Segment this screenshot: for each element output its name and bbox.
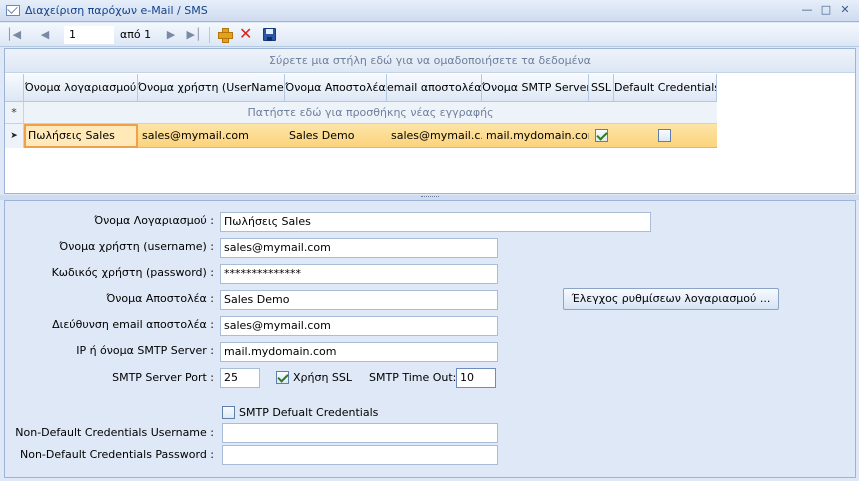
splitter-grip[interactable] — [421, 196, 439, 198]
sender-email-field[interactable]: sales@mymail.com — [220, 316, 498, 336]
new-row-text[interactable]: Πατήστε εδώ για προσθήκης νέας εγγραφής — [24, 102, 717, 124]
password-field[interactable]: ************** — [220, 264, 498, 284]
sender-name-label: Όνομα Αποστολέα : — [106, 292, 214, 305]
account-name-label: Όνομα Λογαριασμού : — [94, 214, 214, 227]
cell-default-credentials-checkbox[interactable] — [658, 129, 671, 142]
save-icon[interactable] — [263, 28, 276, 41]
minimize-button[interactable]: — — [799, 3, 815, 18]
smtp-port-field[interactable]: 25 — [220, 368, 260, 388]
default-credentials-label: SMTP Defualt Credentials — [239, 406, 379, 419]
next-record-icon[interactable]: ▶ — [164, 27, 178, 43]
row-indicator-header — [5, 74, 24, 102]
column-header-email[interactable]: email αποστολέα — [387, 74, 482, 102]
group-by-panel[interactable]: Σύρετε μια στήλη εδώ για να ομαδοποιήσετ… — [5, 49, 855, 73]
delete-record-icon[interactable]: ✕ — [239, 25, 252, 43]
previous-record-icon[interactable]: ◀ — [38, 27, 52, 43]
first-record-icon[interactable]: │◀ — [6, 27, 21, 43]
username-field[interactable]: sales@mymail.com — [220, 238, 498, 258]
use-ssl-checkbox[interactable] — [276, 371, 289, 384]
column-header-username[interactable]: Όνομα χρήστη (UserName) — [138, 74, 285, 102]
sender-name-field[interactable]: Sales Demo — [220, 290, 498, 310]
cell-account[interactable]: Πωλήσεις Sales — [24, 124, 138, 148]
add-record-icon[interactable] — [218, 28, 233, 43]
record-position-input[interactable]: 1 — [64, 26, 114, 44]
window-title: Διαχείριση παρόχων e-Mail / SMS — [25, 4, 208, 17]
last-record-icon[interactable]: ▶│ — [186, 27, 202, 43]
smtp-server-label: IP ή όνομα SMTP Server : — [76, 344, 214, 357]
smtp-timeout-label: SMTP Time Out: — [369, 371, 457, 384]
cell-email[interactable]: sales@mymail.c... — [387, 124, 482, 148]
column-header-sender[interactable]: Όνομα Αποστολέα — [285, 74, 387, 102]
username-label: Όνομα χρήστη (username) : — [59, 240, 214, 253]
smtp-port-label: SMTP Server Port : — [112, 371, 214, 384]
default-credentials-checkbox[interactable] — [222, 406, 235, 419]
current-row-arrow-icon: ➤ — [5, 124, 24, 148]
password-label: Κωδικός χρήστη (password) : — [51, 266, 214, 279]
maximize-button[interactable]: □ — [818, 3, 834, 18]
smtp-timeout-field[interactable]: 10 — [456, 368, 496, 388]
smtp-server-field[interactable]: mail.mydomain.com — [220, 342, 498, 362]
account-name-field[interactable]: Πωλήσεις Sales — [220, 212, 651, 232]
cell-ssl-checkbox[interactable] — [595, 129, 608, 142]
window-titlebar: Διαχείριση παρόχων e-Mail / SMS — □ ✕ — [0, 0, 859, 22]
toolbar-separator — [209, 27, 210, 43]
nd-password-label: Non-Default Credentials Password : — [19, 448, 214, 461]
new-row[interactable]: * Πατήστε εδώ για προσθήκης νέας εγγραφή… — [5, 102, 717, 124]
column-header-default-credentials[interactable]: Default Credentials — [614, 74, 717, 102]
mail-icon — [6, 5, 20, 16]
nd-username-label: Non-Default Credentials Username : — [15, 426, 214, 439]
column-header-smtp[interactable]: Όνομα SMTP Server — [482, 74, 589, 102]
check-account-settings-button[interactable]: Έλεγχος ρυθμίσεων λογαριασμού ... — [563, 288, 779, 310]
accounts-grid: Σύρετε μια στήλη εδώ για να ομαδοποιήσετ… — [4, 48, 856, 194]
nd-username-field[interactable] — [222, 423, 498, 443]
cell-username[interactable]: sales@mymail.com — [138, 124, 285, 148]
nd-password-field[interactable] — [222, 445, 498, 465]
record-navigator: │◀ ◀ 1 από 1 ▶ ▶│ ✕ — [0, 23, 859, 47]
column-header-ssl[interactable]: SSL — [589, 74, 614, 102]
new-row-indicator: * — [5, 102, 24, 124]
cell-smtp[interactable]: mail.mydomain.com — [482, 124, 589, 148]
account-details-form: Όνομα Λογαριασμού : Πωλήσεις Sales Όνομα… — [4, 200, 856, 478]
column-header-account[interactable]: Όνομα λογαριασμού — [24, 74, 138, 102]
table-row[interactable]: ➤ Πωλήσεις Sales sales@mymail.com Sales … — [5, 124, 717, 148]
record-count-label: από 1 — [120, 28, 152, 41]
sender-email-label: Διεύθυνση email αποστολέα : — [52, 318, 214, 331]
close-button[interactable]: ✕ — [837, 3, 853, 18]
cell-sender[interactable]: Sales Demo — [285, 124, 387, 148]
use-ssl-label: Χρήση SSL — [293, 371, 353, 384]
